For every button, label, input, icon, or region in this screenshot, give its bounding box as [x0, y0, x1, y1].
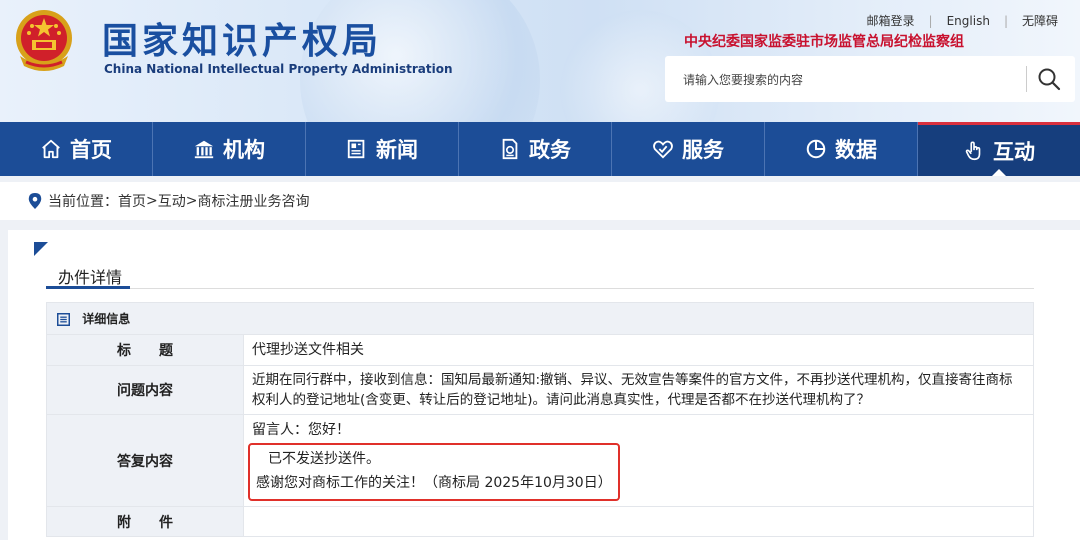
english-link[interactable]: English: [933, 14, 1004, 28]
nav-item-government[interactable]: 政务: [459, 122, 612, 176]
content-panel: 办件详情 详细信息 标 题 代理抄送文件相关 问题内容 近期在同行群中，接收到信…: [8, 230, 1080, 540]
breadcrumb-prefix: 当前位置：: [48, 194, 118, 210]
table-row: 答复内容 留言人：您好！ 已不发送抄送件。 感谢您对商标工作的关注！（商标局 2…: [46, 414, 1034, 507]
top-links: 邮箱登录 | English | 无障碍: [853, 12, 1072, 29]
government-icon: [502, 138, 518, 160]
nav-item-service[interactable]: 服务: [612, 122, 765, 176]
section-title-underline: [46, 286, 130, 289]
table-header-label: 详细信息: [82, 312, 131, 326]
reply-greeting: 留言人：您好！: [252, 422, 350, 438]
nav-item-news[interactable]: 新闻: [306, 122, 459, 176]
main-nav: 首页 机构 新闻 政务 服务 数据 互动: [0, 122, 1080, 176]
breadcrumb-interaction[interactable]: 互动: [158, 191, 186, 211]
nav-label: 机构: [223, 138, 265, 162]
nav-label: 服务: [682, 138, 724, 162]
site-title-cn[interactable]: 国家知识产权局: [102, 12, 382, 64]
search-box[interactable]: 请输入您要搜索的内容: [665, 56, 1075, 102]
reply-label: 答复内容: [46, 414, 244, 507]
attachment-value[interactable]: [243, 506, 1034, 537]
search-icon[interactable]: [1037, 67, 1061, 91]
supervision-link[interactable]: 中央纪委国家监委驻市场监管总局纪检监察组: [684, 31, 964, 51]
site-header: 国家知识产权局 China National Intellectual Prop…: [0, 0, 1080, 122]
highlighted-reply: 已不发送抄送件。 感谢您对商标工作的关注！（商标局 2025年10月30日）: [248, 443, 620, 501]
breadcrumb: 当前位置： 首页 > 互动 > 商标注册业务咨询: [0, 182, 1080, 220]
breadcrumb-home[interactable]: 首页: [118, 191, 146, 211]
nav-item-institution[interactable]: 机构: [153, 122, 306, 176]
search-divider: [1026, 66, 1027, 92]
news-icon: [347, 139, 365, 159]
reply-cell: 留言人：您好！ 已不发送抄送件。 感谢您对商标工作的关注！（商标局 2025年1…: [243, 414, 1034, 507]
nav-label: 首页: [70, 138, 112, 162]
interaction-icon: [965, 140, 981, 160]
table-row: 标 题 代理抄送文件相关: [46, 334, 1034, 366]
search-input[interactable]: 请输入您要搜索的内容: [683, 71, 803, 88]
mail-login-link[interactable]: 邮箱登录: [853, 12, 929, 29]
breadcrumb-separator: >: [185, 193, 198, 209]
table-row: 问题内容 近期在同行群中，接收到信息：国知局最新通知:撤销、异议、无效宣告等案件…: [46, 365, 1034, 415]
table-header-row: 详细信息: [46, 302, 1034, 335]
title-label: 标 题: [46, 334, 244, 366]
site-title-en[interactable]: China National Intellectual Property Adm…: [104, 62, 453, 76]
nav-label: 数据: [835, 138, 877, 162]
attachment-label: 附 件: [46, 506, 244, 537]
section-divider: [46, 288, 1034, 289]
list-icon: [57, 313, 70, 326]
accessibility-link[interactable]: 无障碍: [1008, 12, 1072, 29]
reply-line-1: 已不发送抄送件。: [268, 451, 380, 467]
breadcrumb-current[interactable]: 商标注册业务咨询: [197, 191, 309, 211]
nav-label: 新闻: [376, 138, 418, 162]
location-pin-icon: [28, 193, 42, 209]
home-icon: [42, 139, 60, 159]
institution-icon: [194, 140, 214, 159]
data-icon: [806, 139, 826, 159]
question-label: 问题内容: [46, 365, 244, 415]
question-value: 近期在同行群中，接收到信息：国知局最新通知:撤销、异议、无效宣告等案件的官方文件…: [243, 365, 1034, 415]
corner-triangle-icon: [34, 242, 48, 256]
nav-label: 政务: [529, 138, 571, 162]
service-icon: [653, 140, 673, 159]
title-value: 代理抄送文件相关: [243, 334, 1034, 366]
nav-item-home[interactable]: 首页: [0, 122, 153, 176]
nav-item-data[interactable]: 数据: [765, 122, 918, 176]
nav-label: 互动: [993, 139, 1035, 164]
section-title: 办件详情: [58, 268, 123, 287]
breadcrumb-separator: >: [146, 193, 158, 209]
table-row: 附 件: [46, 506, 1034, 537]
reply-line-2: 感谢您对商标工作的关注！（商标局 2025年10月30日）: [256, 475, 612, 491]
nav-item-interaction[interactable]: 互动: [918, 122, 1080, 176]
national-emblem-icon[interactable]: [12, 8, 76, 74]
table-header-cell: 详细信息: [46, 302, 1034, 335]
detail-table: 详细信息 标 题 代理抄送文件相关 问题内容 近期在同行群中，接收到信息：国知局…: [46, 302, 1034, 537]
